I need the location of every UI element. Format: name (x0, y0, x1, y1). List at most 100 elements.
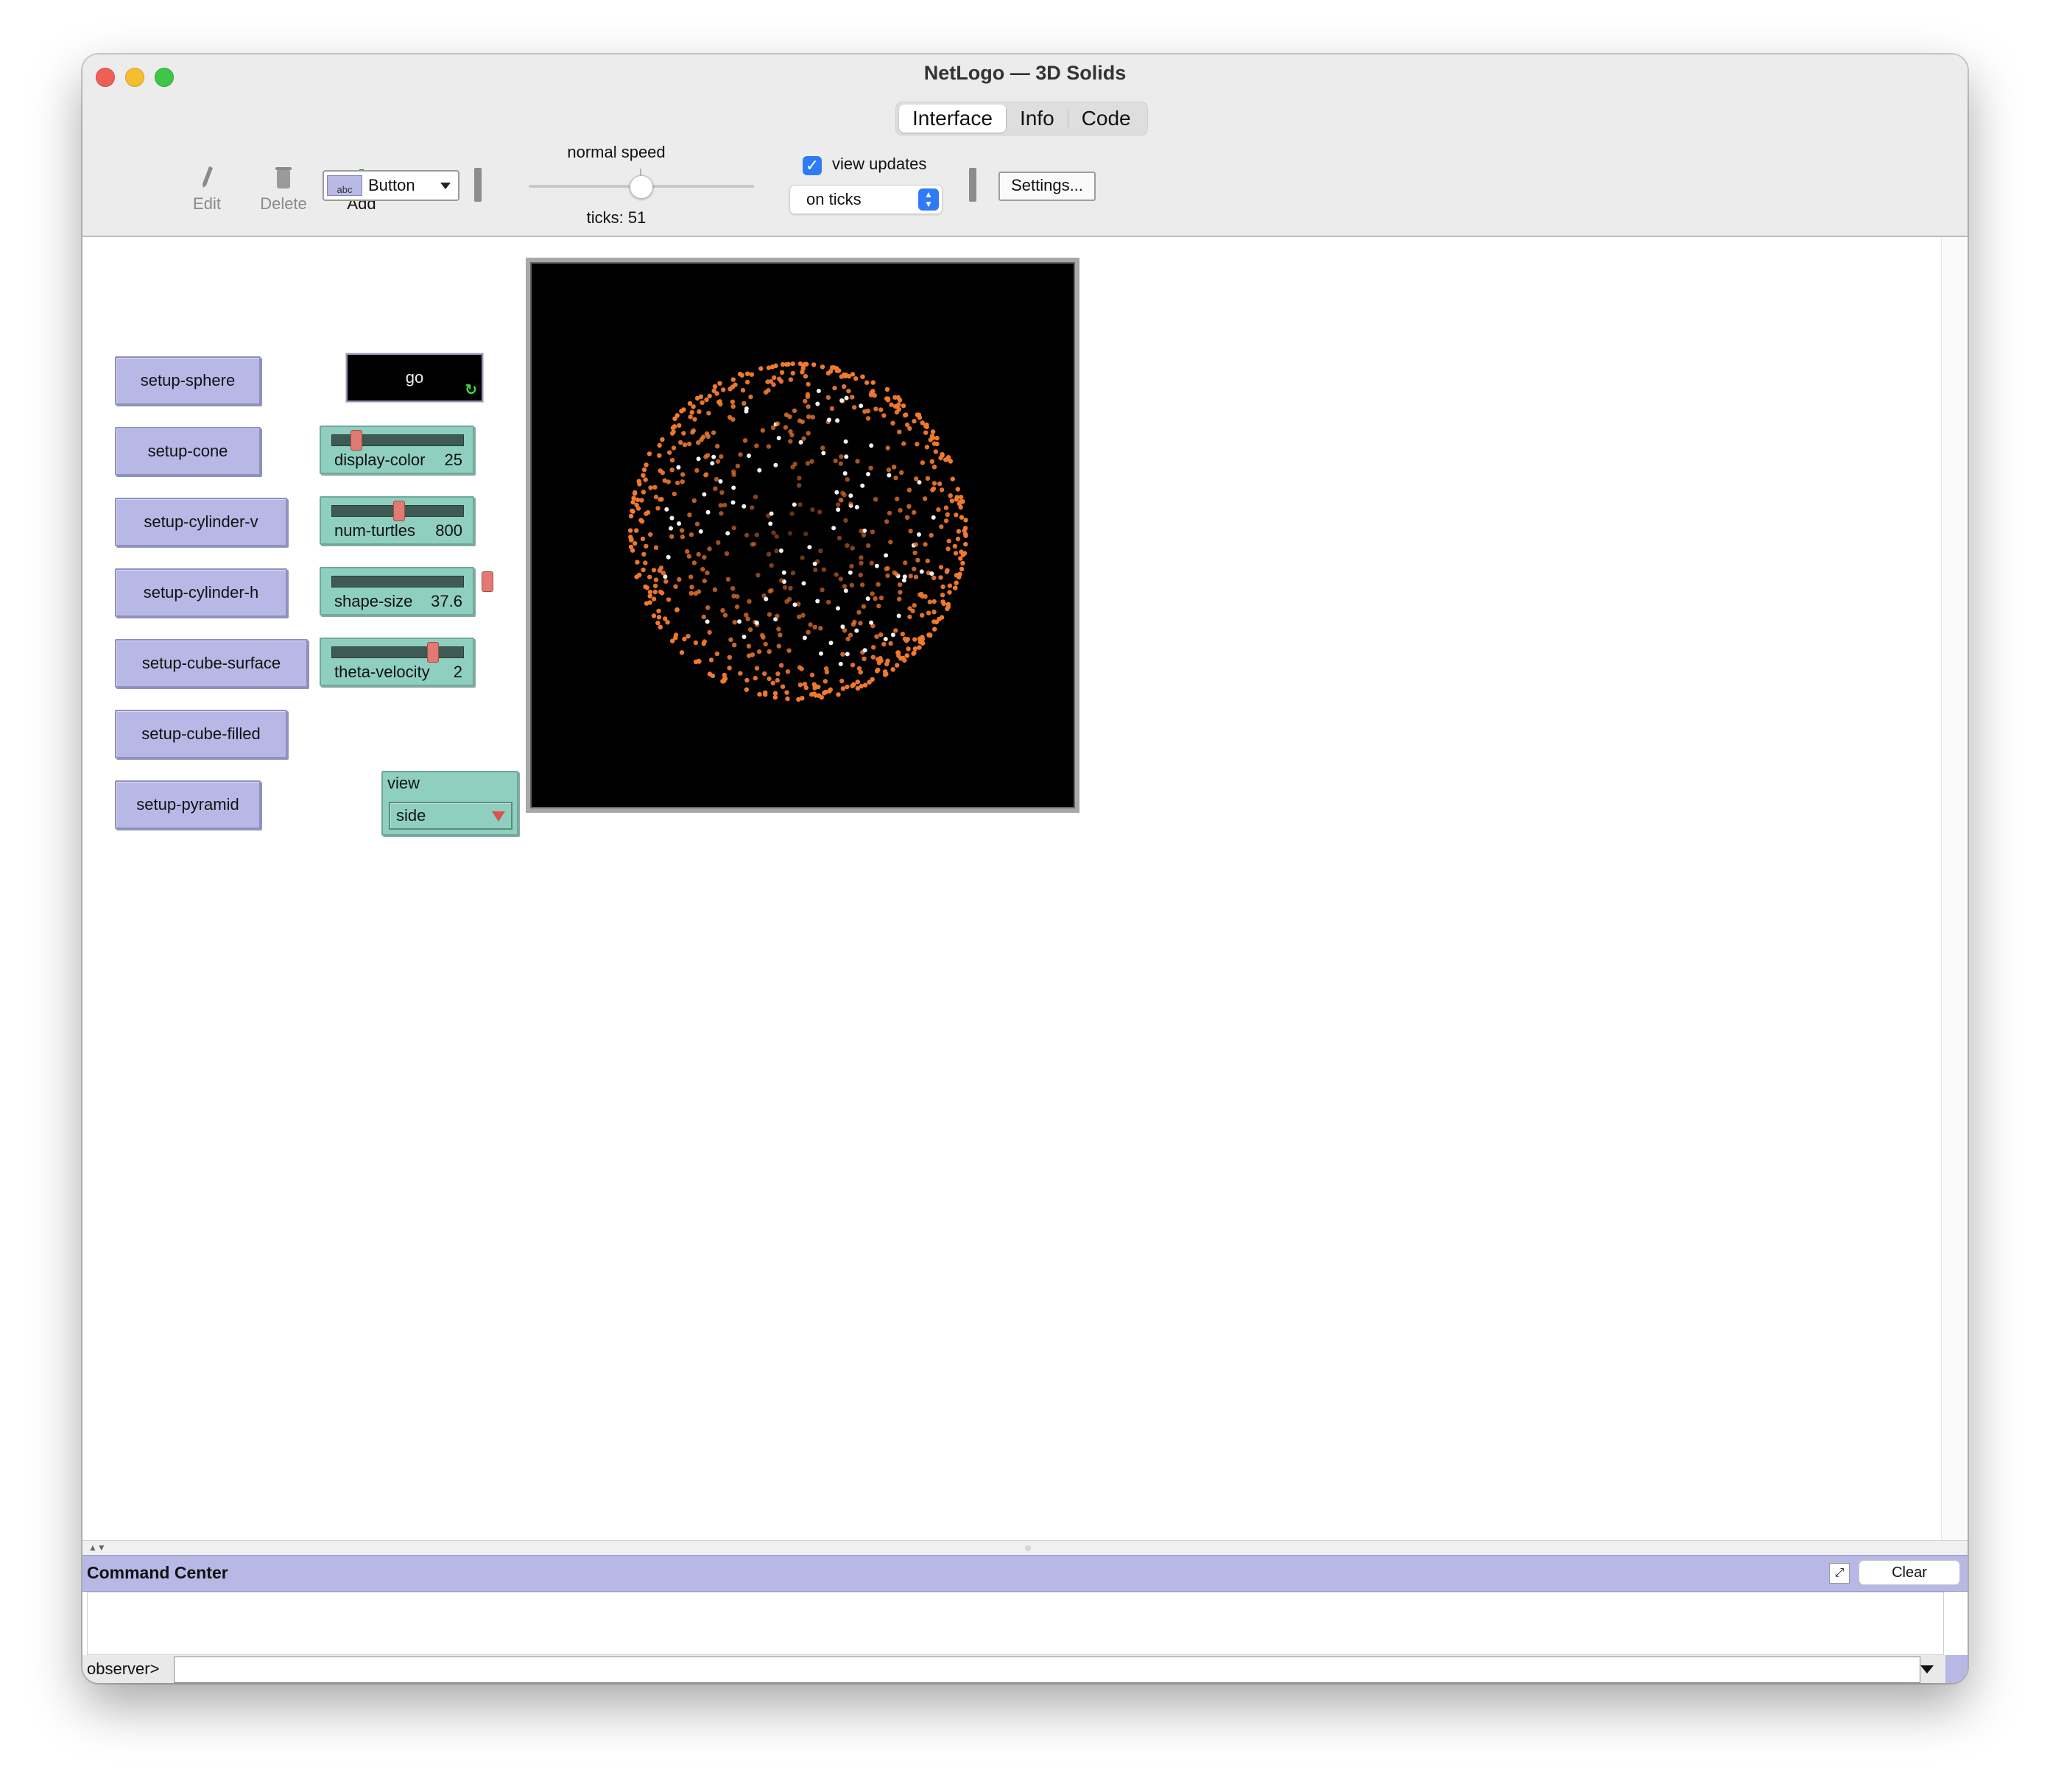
settings-button[interactable]: Settings... (998, 172, 1096, 201)
update-mode-select[interactable]: on ticks ▲ ▼ (789, 185, 943, 214)
turtle-dot (750, 652, 755, 657)
toolbar-separator (969, 168, 976, 202)
turtle-dot (871, 645, 876, 650)
delete-label: Delete (260, 194, 307, 213)
setup-cone-button[interactable]: setup-cone (115, 427, 261, 476)
setup-pyramid-button[interactable]: setup-pyramid (115, 780, 261, 829)
turtle-dot (862, 648, 867, 653)
slider-knob[interactable] (393, 501, 405, 521)
view-chooser[interactable]: view side (381, 771, 518, 836)
command-input[interactable] (174, 1657, 1920, 1683)
splitter-arrows-icon[interactable]: ▲▼ (88, 1542, 106, 1553)
turtle-dot (864, 380, 870, 385)
turtle-dot (749, 372, 755, 377)
turtle-dot (783, 412, 789, 417)
turtle-dot (719, 454, 724, 459)
turtle-dot (829, 406, 835, 412)
turtle-dot (745, 616, 750, 621)
turtle-dot (730, 377, 736, 382)
view-updates-label: view updates (832, 155, 927, 173)
turtle-dot (850, 395, 855, 400)
setup-cylinder-v-button[interactable]: setup-cylinder-v (115, 498, 287, 546)
turtle-dot (760, 428, 765, 433)
turtle-dot (884, 387, 890, 392)
turtle-dot (792, 602, 797, 607)
tab-code[interactable]: Code (1068, 105, 1144, 133)
turtle-dot (913, 542, 918, 547)
slider-knob[interactable] (427, 642, 439, 663)
shape-size-slider[interactable]: shape-size 37.6 (320, 567, 493, 615)
turtle-dot (938, 565, 944, 570)
turtle-dot (912, 637, 917, 642)
go-button[interactable]: go ↻ (345, 353, 484, 403)
slider-knob[interactable] (351, 430, 362, 451)
setup-cube-filled-button[interactable]: setup-cube-filled (115, 710, 287, 758)
turtle-dot (800, 613, 806, 618)
tab-interface[interactable]: Interface (899, 105, 1006, 133)
turtle-dot (730, 404, 736, 409)
speed-slider-knob[interactable] (630, 175, 653, 199)
turtle-dot (742, 635, 747, 639)
slider-knob[interactable] (482, 571, 493, 592)
turtle-dot (904, 422, 910, 428)
setup-cylinder-h-button[interactable]: setup-cylinder-h (115, 568, 287, 617)
chooser-value-box[interactable]: side (389, 802, 512, 830)
turtle-dot (714, 476, 719, 482)
num-turtles-slider[interactable]: num-turtles 800 (320, 496, 474, 545)
turtle-dot (680, 534, 686, 540)
view-updates-checkbox[interactable]: ✓ (803, 156, 822, 175)
setup-sphere-button[interactable]: setup-sphere (115, 356, 261, 405)
clear-button[interactable]: Clear (1859, 1560, 1960, 1585)
turtle-dot (869, 443, 874, 448)
turtle-dot (943, 518, 949, 523)
turtle-dot (892, 465, 897, 470)
widget-type-select[interactable]: abc Button (323, 170, 459, 201)
turtle-dot (945, 602, 951, 607)
edit-button[interactable]: Edit (174, 158, 240, 214)
turtle-dot (732, 642, 737, 648)
turtle-dot (778, 663, 784, 668)
turtle-dot (957, 574, 962, 579)
turtle-dot (771, 382, 776, 387)
turtle-dot (744, 677, 750, 683)
history-dropdown-icon[interactable] (1920, 1665, 1934, 1673)
expand-icon[interactable]: ⤢ (1829, 1563, 1850, 1584)
turtle-dot (912, 646, 918, 652)
command-center-title: Command Center (87, 1563, 228, 1582)
turtle-dot (870, 529, 876, 535)
turtle-dot (953, 551, 959, 556)
display-color-slider[interactable]: display-color 25 (320, 426, 474, 474)
turtle-dot (647, 600, 652, 605)
netlogo-window: NetLogo — 3D Solids Interface Info Code … (82, 54, 1968, 1683)
turtle-dot (952, 543, 958, 549)
world-view-3d[interactable] (526, 258, 1079, 813)
turtle-dot (808, 622, 813, 627)
slider-name: num-turtles (334, 521, 416, 540)
turtle-dot (927, 599, 932, 604)
tab-info[interactable]: Info (1007, 105, 1068, 133)
turtle-dot (744, 687, 749, 692)
turtle-dot (763, 641, 768, 647)
theta-velocity-slider[interactable]: theta-velocity 2 (320, 638, 474, 686)
command-center-splitter[interactable]: ▲▼ (82, 1540, 1968, 1556)
turtle-dot (704, 431, 710, 437)
turtle-dot (638, 518, 644, 523)
go-button-label: go (405, 368, 424, 387)
turtle-dot (635, 497, 641, 503)
turtle-dot (907, 614, 912, 620)
turtle-dot (826, 599, 831, 605)
turtle-dot (838, 497, 843, 502)
turtle-dot (948, 493, 953, 498)
turtle-dot (859, 403, 864, 409)
turtle-dot (886, 468, 892, 473)
turtle-dot (901, 441, 906, 446)
turtle-dot (747, 454, 751, 458)
setup-cube-surface-button[interactable]: setup-cube-surface (115, 639, 308, 688)
turtle-dot (702, 578, 707, 584)
turtle-dot (767, 612, 772, 617)
vertical-scrollbar[interactable] (1941, 237, 1965, 1540)
splitter-handle[interactable] (1025, 1545, 1031, 1551)
turtle-dot (789, 432, 795, 438)
turtle-dot (702, 639, 707, 644)
delete-button[interactable]: Delete (250, 158, 317, 214)
